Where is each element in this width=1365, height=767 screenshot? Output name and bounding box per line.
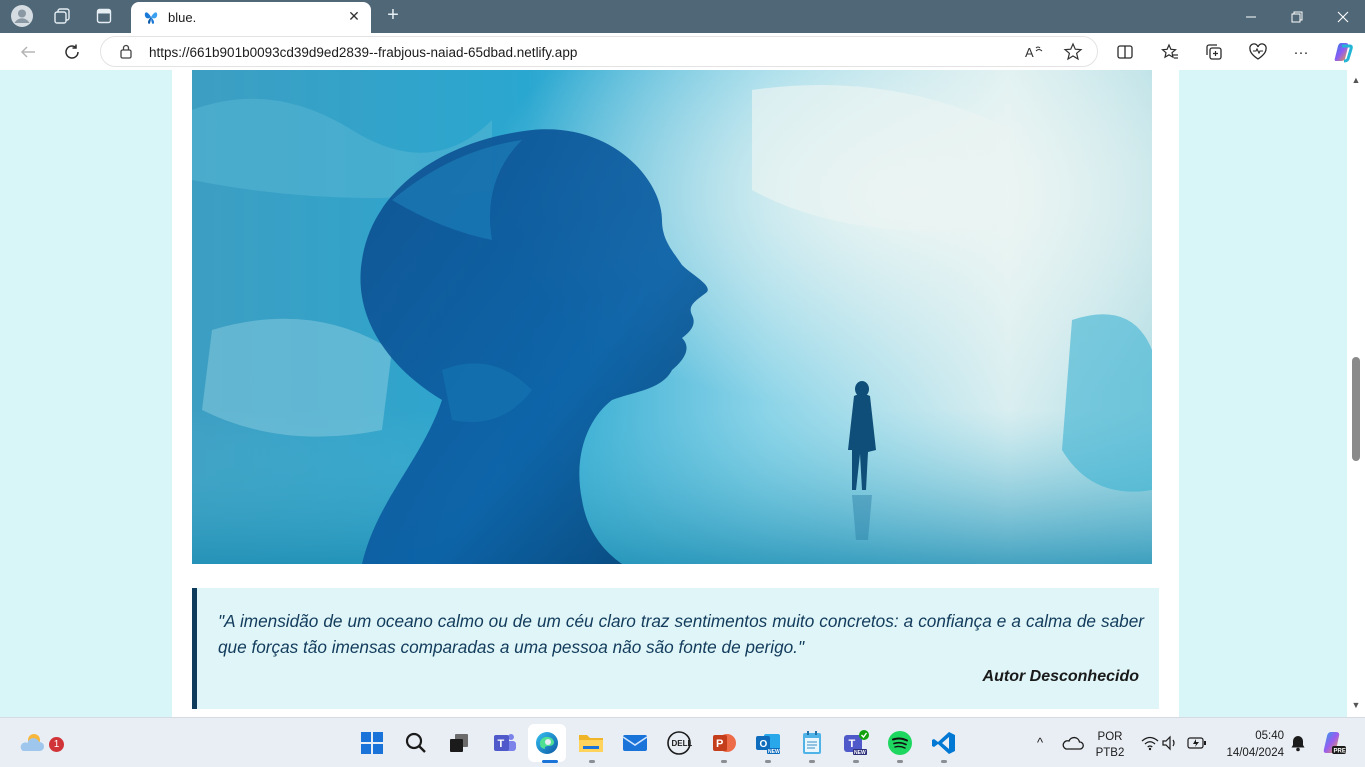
teams-icon[interactable]: T [489,728,519,758]
scrollbar-thumb[interactable] [1352,357,1360,461]
powerpoint-icon[interactable]: P [709,728,739,758]
mail-icon[interactable] [620,728,650,758]
split-screen-icon[interactable] [1113,40,1137,64]
tab-close-icon[interactable]: ✕ [345,8,363,26]
new-tab-button[interactable]: + [381,4,405,28]
svg-text:PRE: PRE [1334,749,1346,755]
edge-running-indicator [542,760,558,763]
battery-icon[interactable] [1182,728,1212,758]
quote-text: "A imensidão de um oceano calmo ou de um… [218,611,1144,657]
spotify-indicator [897,760,903,763]
scroll-down-arrow[interactable]: ▼ [1351,700,1361,710]
copilot-icon[interactable] [1331,40,1355,64]
vscode-indicator [941,760,947,763]
windows-taskbar: 1 T DELL P O NEW T NEW ^ POR PTB2 05:40 … [0,717,1365,767]
butterfly-favicon-icon [143,9,159,25]
content-card: "A imensidão de um oceano calmo ou de um… [172,70,1179,717]
collections-icon[interactable] [1202,40,1226,64]
weather-badge: 1 [49,737,64,752]
clock-time[interactable]: 05:40 [1218,730,1284,742]
start-icon[interactable] [357,728,387,758]
svg-text:NEW: NEW [768,749,780,755]
notepad-icon[interactable] [797,728,827,758]
tab-title: blue. [168,10,197,25]
hero-image [192,70,1152,564]
minimize-button[interactable] [1228,0,1274,33]
svg-text:NEW: NEW [854,750,866,756]
refresh-button[interactable] [58,38,86,66]
favorite-star-icon[interactable] [1063,42,1083,62]
browser-essentials-icon[interactable] [1246,40,1270,64]
svg-text:DELL: DELL [672,739,693,748]
file-explorer-icon[interactable] [576,728,606,758]
vscode-icon[interactable] [929,728,959,758]
search-icon[interactable] [401,728,431,758]
tab-actions-icon[interactable] [91,4,117,28]
settings-more-icon[interactable]: ··· [1289,40,1313,64]
workspaces-icon[interactable] [49,4,75,28]
teams-new-icon[interactable]: T NEW [841,728,871,758]
clock-date[interactable]: 14/04/2024 [1214,747,1284,759]
scroll-up-arrow[interactable]: ▲ [1351,75,1361,85]
back-button[interactable] [14,38,42,66]
outlook-indicator [765,760,771,763]
profile-avatar-icon[interactable] [9,4,35,28]
svg-text:T: T [849,738,856,750]
read-aloud-icon[interactable]: A [1023,42,1043,62]
spotify-icon[interactable] [885,728,915,758]
notification-bell-icon[interactable] [1283,728,1313,758]
svg-text:A: A [1025,45,1034,60]
quote-block: "A imensidão de um oceano calmo ou de um… [192,588,1159,709]
file-explorer-indicator [589,760,595,763]
address-bar[interactable]: https://661b901b0093cd39d9ed2839--frabjo… [100,36,1098,67]
svg-text:O: O [760,739,768,750]
onedrive-icon[interactable] [1058,728,1088,758]
browser-title-bar: blue. ✕ + [0,0,1365,33]
favorites-icon[interactable] [1158,40,1182,64]
powerpoint-indicator [721,760,727,763]
task-view-icon[interactable] [444,728,474,758]
outlook-new-icon[interactable]: O NEW [753,728,783,758]
volume-icon[interactable] [1155,728,1185,758]
quote-author: Autor Desconhecido [982,668,1139,685]
language-indicator-top[interactable]: POR [1090,731,1130,743]
url-text[interactable]: https://661b901b0093cd39d9ed2839--frabjo… [149,45,577,60]
notepad-indicator [809,760,815,763]
close-window-button[interactable] [1320,0,1365,33]
weather-widget-icon[interactable]: 1 [17,728,64,758]
browser-toolbar: https://661b901b0093cd39d9ed2839--frabjo… [0,33,1365,70]
vertical-scrollbar[interactable]: ▲ ▼ [1347,70,1365,717]
tab-blue[interactable]: blue. ✕ [131,2,371,33]
svg-text:P: P [716,738,723,750]
teams-new-indicator [853,760,859,763]
dell-icon[interactable]: DELL [664,728,694,758]
lock-icon[interactable] [119,44,133,59]
edge-icon[interactable] [532,728,562,758]
restore-button[interactable] [1274,0,1320,33]
language-indicator-bottom[interactable]: PTB2 [1090,747,1130,759]
page-viewport: "A imensidão de um oceano calmo ou de um… [0,70,1347,717]
copilot-preview-icon[interactable]: PRE [1319,728,1349,758]
show-hidden-icons-chevron[interactable]: ^ [1030,735,1050,750]
svg-text:T: T [498,738,505,750]
